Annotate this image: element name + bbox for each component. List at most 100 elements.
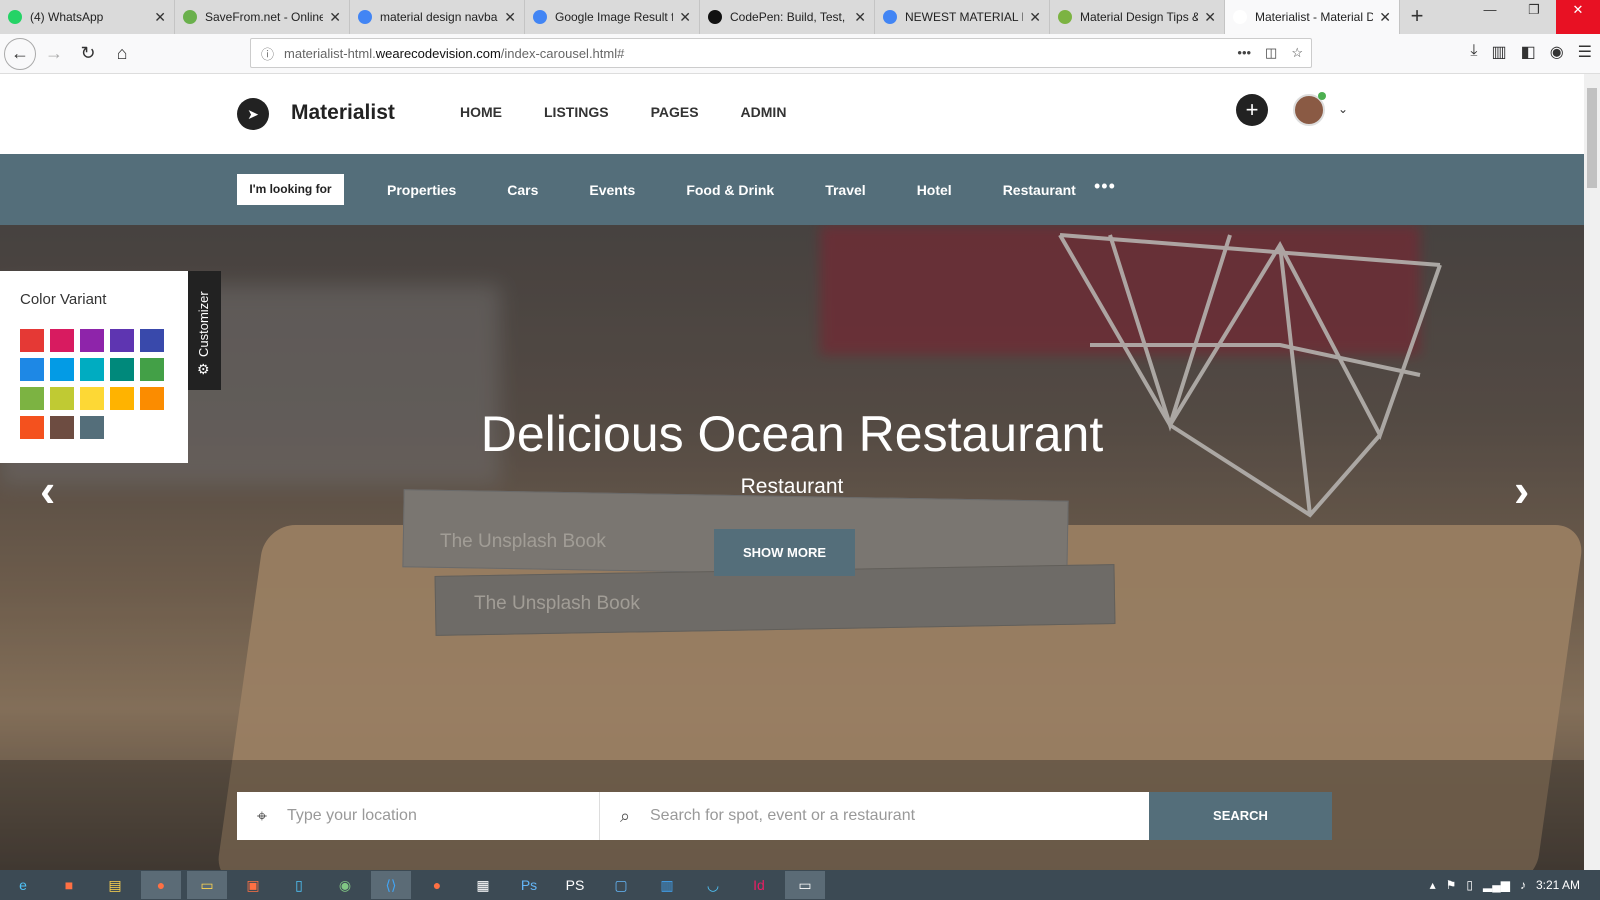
browser-tab[interactable]: (4) WhatsApp ✕	[0, 0, 175, 34]
browser-tab[interactable]: Material Design Tips & ✕	[1050, 0, 1225, 34]
address-bar[interactable]: ⓘ materialist-html. wearecodevision.com/i…	[250, 38, 1312, 68]
chevron-down-icon[interactable]: ⌄	[1338, 102, 1348, 116]
color-swatch[interactable]	[140, 387, 164, 410]
color-swatch[interactable]	[50, 358, 74, 381]
indesign-icon[interactable]: Id	[739, 871, 779, 899]
color-swatch[interactable]	[20, 358, 44, 381]
category-item[interactable]: Food & Drink	[686, 182, 774, 198]
nav-item-home[interactable]: HOME	[460, 104, 502, 120]
forward-arrow-icon[interactable]: →	[38, 38, 70, 70]
tray-up-icon[interactable]: ▴	[1430, 878, 1436, 892]
tab-close-icon[interactable]: ✕	[679, 9, 691, 26]
tab-close-icon[interactable]: ✕	[504, 9, 516, 26]
firefox-icon[interactable]: ●	[141, 871, 181, 899]
pocket-icon[interactable]: ◫	[1265, 45, 1277, 61]
app3-icon[interactable]: ▢	[601, 871, 641, 899]
carousel-next-icon[interactable]: ›	[1514, 463, 1529, 517]
carousel-prev-icon[interactable]: ‹	[40, 463, 55, 517]
color-swatch[interactable]	[110, 387, 134, 410]
color-swatch[interactable]	[80, 358, 104, 381]
color-swatch[interactable]	[50, 329, 74, 352]
vscode-icon[interactable]: ⟨⟩	[371, 871, 411, 899]
account-icon[interactable]: ◉	[1550, 42, 1564, 62]
phpstorm-icon[interactable]: PS	[555, 871, 595, 899]
restore-icon[interactable]: ❐	[1512, 0, 1556, 34]
color-swatch[interactable]	[20, 416, 44, 439]
more-categories-icon[interactable]: •••	[1094, 176, 1116, 197]
clock[interactable]: 3:21 AM	[1536, 878, 1580, 892]
location-target-icon[interactable]: ⌖	[237, 806, 287, 827]
download-icon[interactable]: ⤓	[1470, 42, 1477, 62]
home-icon[interactable]: ⌂	[106, 38, 138, 70]
category-item[interactable]: Hotel	[917, 182, 952, 198]
firefox-dev-icon[interactable]: ●	[417, 871, 457, 899]
color-swatch[interactable]	[20, 329, 44, 352]
window-close-icon[interactable]: ✕	[1556, 0, 1600, 34]
chrome-icon[interactable]: ◉	[325, 871, 365, 899]
app6-icon[interactable]: ▭	[785, 871, 825, 899]
xampp-icon[interactable]: ▣	[233, 871, 273, 899]
tab-close-icon[interactable]: ✕	[329, 9, 341, 26]
color-swatch[interactable]	[50, 416, 74, 439]
signal-icon[interactable]: ▂▄▆	[1483, 878, 1510, 892]
brand-name[interactable]: Materialist	[291, 101, 395, 125]
browser-tab[interactable]: SaveFrom.net - Online ✕	[175, 0, 350, 34]
category-item[interactable]: Events	[589, 182, 635, 198]
logo-navigation-icon[interactable]: ➤	[237, 98, 269, 130]
color-swatch[interactable]	[140, 329, 164, 352]
customizer-toggle[interactable]: Customizer ⚙	[188, 271, 221, 390]
site-info-icon[interactable]: ⓘ	[261, 44, 274, 63]
color-swatch[interactable]	[140, 358, 164, 381]
category-item[interactable]: Restaurant	[1003, 182, 1076, 198]
app2-icon[interactable]: ▦	[463, 871, 503, 899]
looking-for-button[interactable]: I'm looking for	[237, 174, 344, 205]
add-button[interactable]: +	[1236, 94, 1268, 126]
ie-icon[interactable]: e	[3, 871, 43, 899]
battery-icon[interactable]: ▯	[1466, 878, 1473, 892]
browser-tab[interactable]: Google Image Result f ✕	[525, 0, 700, 34]
nav-item-listings[interactable]: LISTINGS	[544, 104, 609, 120]
volume-icon[interactable]: ♪	[1520, 878, 1526, 892]
color-swatch[interactable]	[80, 329, 104, 352]
color-swatch[interactable]	[80, 416, 104, 439]
location-input[interactable]: ⌖ Type your location	[237, 792, 600, 840]
nav-item-pages[interactable]: PAGES	[651, 104, 699, 120]
photoshop-icon[interactable]: Ps	[509, 871, 549, 899]
show-more-button[interactable]: SHOW MORE	[714, 529, 855, 576]
browser-tab[interactable]: NEWEST MATERIAL D ✕	[875, 0, 1050, 34]
page-actions-icon[interactable]: •••	[1237, 45, 1251, 61]
back-arrow-icon[interactable]: ←	[4, 37, 36, 70]
bookmark-star-icon[interactable]: ☆	[1291, 45, 1303, 61]
sidebar-icon[interactable]: ◧	[1521, 42, 1536, 62]
tab-close-icon[interactable]: ✕	[1029, 9, 1041, 26]
tab-close-icon[interactable]: ✕	[854, 9, 866, 26]
explorer-icon[interactable]: ▤	[95, 871, 135, 899]
tab-close-icon[interactable]: ✕	[1204, 9, 1216, 26]
color-swatch[interactable]	[20, 387, 44, 410]
flag-icon[interactable]: ⚑	[1446, 878, 1457, 892]
color-swatch[interactable]	[110, 358, 134, 381]
category-item[interactable]: Cars	[507, 182, 538, 198]
nav-item-admin[interactable]: ADMIN	[741, 104, 787, 120]
menu-icon[interactable]: ☰	[1578, 42, 1592, 62]
page-scrollbar[interactable]	[1584, 74, 1600, 870]
app4-icon[interactable]: ▥	[647, 871, 687, 899]
search-input[interactable]: ⌕ Search for spot, event or a restaurant	[600, 792, 1149, 840]
library-icon[interactable]: ▥	[1491, 42, 1506, 62]
minimize-icon[interactable]: —	[1468, 0, 1512, 34]
tab-close-icon[interactable]: ✕	[154, 9, 166, 26]
scrollbar-thumb[interactable]	[1587, 88, 1597, 188]
browser-tab[interactable]: CodePen: Build, Test, ✕	[700, 0, 875, 34]
category-item[interactable]: Travel	[825, 182, 865, 198]
color-swatch[interactable]	[50, 387, 74, 410]
category-item[interactable]: Properties	[387, 182, 456, 198]
color-swatch[interactable]	[110, 329, 134, 352]
app-icon[interactable]: ■	[49, 871, 89, 899]
color-swatch[interactable]	[80, 387, 104, 410]
folder-icon[interactable]: ▭	[187, 871, 227, 899]
browser-tab[interactable]: material design navba ✕	[350, 0, 525, 34]
notes-icon[interactable]: ▯	[279, 871, 319, 899]
tab-close-icon[interactable]: ✕	[1379, 9, 1391, 26]
reload-icon[interactable]: ↻	[72, 38, 104, 70]
app5-icon[interactable]: ◡	[693, 871, 733, 899]
